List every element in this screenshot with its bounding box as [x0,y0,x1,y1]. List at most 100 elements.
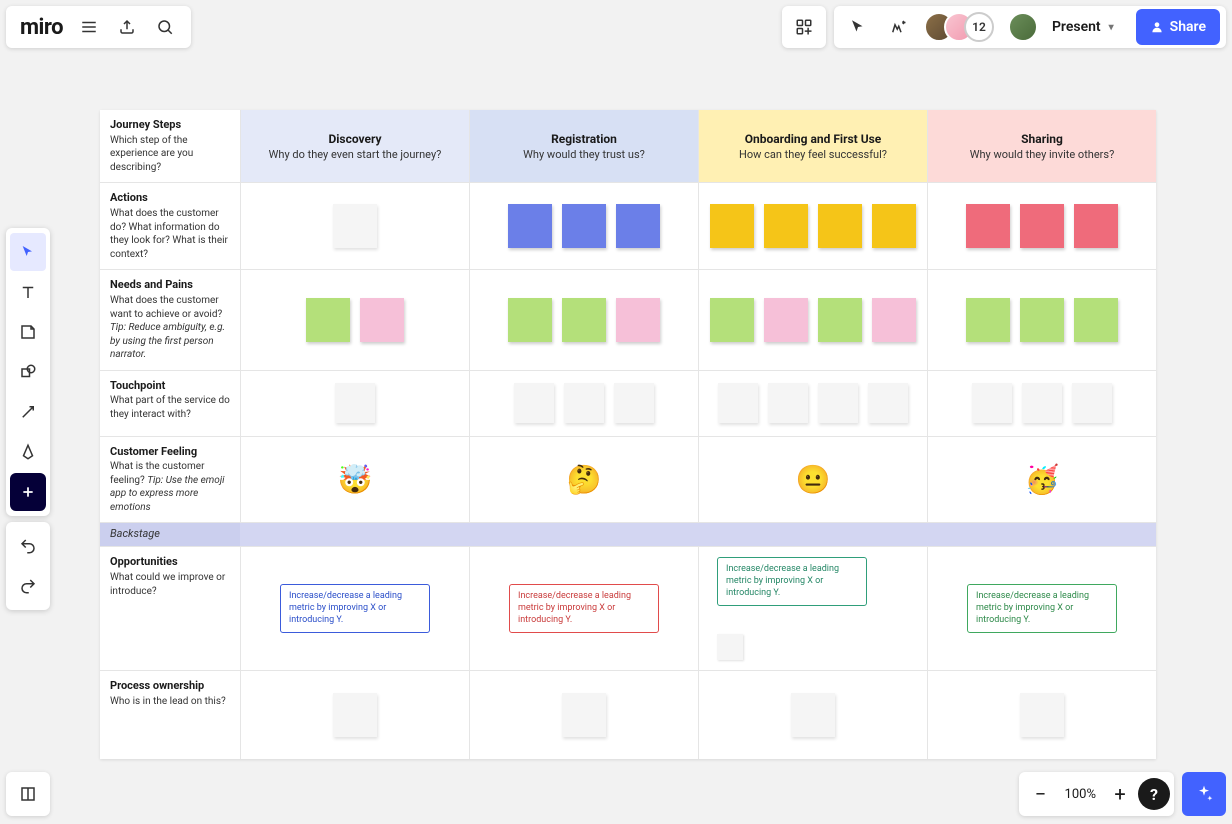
sticky-note[interactable] [1022,383,1062,423]
feeling-emoji[interactable]: 🥳 [1025,463,1060,496]
sticky-note[interactable] [562,204,606,248]
sticky-note[interactable] [764,204,808,248]
row-label: Actions What does the customer do? What … [100,183,240,269]
sticky-note[interactable] [564,383,604,423]
sticky-note[interactable] [1020,204,1064,248]
sticky-note[interactable] [868,383,908,423]
pen-tool[interactable] [10,433,46,471]
app-logo[interactable]: miro [14,15,69,40]
sticky-note[interactable] [972,383,1012,423]
sticky-note[interactable] [872,204,916,248]
export-icon[interactable] [109,9,145,45]
search-icon[interactable] [147,9,183,45]
phase-header-onboarding[interactable]: Onboarding and First Use How can they fe… [698,110,927,182]
row-label: Touchpoint What part of the service do t… [100,371,240,436]
journey-map-board[interactable]: Journey Steps Which step of the experien… [100,110,1156,759]
reactions-icon[interactable] [880,9,916,45]
phase-header-registration[interactable]: Registration Why would they trust us? [469,110,698,182]
zoom-controls: − 100% + ? [1019,772,1174,816]
row-label: Needs and Pains What does the customer w… [100,270,240,369]
row-touchpoint: Touchpoint What part of the service do t… [100,371,1156,437]
row-label: Process ownership Who is in the lead on … [100,671,240,759]
row-actions: Actions What does the customer do? What … [100,183,1156,270]
sticky-note[interactable] [717,634,743,660]
row-process-ownership: Process ownership Who is in the lead on … [100,671,1156,759]
phase-header-sharing[interactable]: Sharing Why would they invite others? [927,110,1156,182]
row-backstage-divider: Backstage [100,523,1156,547]
sticky-note[interactable] [333,693,377,737]
apps-icon[interactable] [786,9,822,45]
redo-button[interactable] [10,567,46,605]
zoom-level[interactable]: 100% [1059,787,1102,802]
sticky-note[interactable] [514,383,554,423]
sticky-note[interactable] [360,298,404,342]
apps-button-cluster [782,6,826,48]
present-button[interactable]: Present ▾ [1042,9,1124,45]
collaborator-avatars[interactable]: 12 [924,12,994,42]
sticky-note[interactable] [335,383,375,423]
opportunity-card[interactable]: Increase/decrease a leading metric by im… [967,584,1117,633]
sticky-note[interactable] [791,693,835,737]
sticky-note[interactable] [710,204,754,248]
sticky-note[interactable] [508,204,552,248]
row-label: Customer Feeling What is the customer fe… [100,437,240,523]
bottom-right-cluster: − 100% + ? [1019,772,1226,816]
sticky-note[interactable] [1074,298,1118,342]
sticky-note[interactable] [614,383,654,423]
sticky-note[interactable] [1074,204,1118,248]
opportunity-card[interactable]: Increase/decrease a leading metric by im… [509,584,659,633]
connector-tool[interactable] [10,393,46,431]
opportunity-card[interactable]: Increase/decrease a leading metric by im… [717,557,867,606]
feeling-emoji[interactable]: 🤔 [567,463,602,496]
sticky-note[interactable] [966,204,1010,248]
row-customer-feeling: Customer Feeling What is the customer fe… [100,437,1156,524]
chevron-down-icon: ▾ [1109,22,1114,33]
share-button[interactable]: Share [1136,9,1220,45]
menu-icon[interactable] [71,9,107,45]
add-tool[interactable] [10,473,46,511]
feeling-emoji[interactable]: 🤯 [338,463,373,496]
share-label: Share [1170,19,1206,35]
avatar-overflow-count[interactable]: 12 [964,12,994,42]
row-label: Journey Steps Which step of the experien… [100,110,240,182]
sticky-note[interactable] [768,383,808,423]
sticky-note[interactable] [562,298,606,342]
sticky-note[interactable] [508,298,552,342]
shape-tool[interactable] [10,353,46,391]
sticky-note[interactable] [718,383,758,423]
zoom-in-button[interactable]: + [1102,776,1138,812]
sticky-note[interactable] [872,298,916,342]
text-tool[interactable] [10,273,46,311]
sticky-note[interactable] [764,298,808,342]
help-button[interactable]: ? [1138,778,1170,810]
sticky-note[interactable] [818,298,862,342]
phase-header-discovery[interactable]: Discovery Why do they even start the jou… [240,110,469,182]
sticky-note[interactable] [966,298,1010,342]
sticky-note[interactable] [818,204,862,248]
row-needs-pains: Needs and Pains What does the customer w… [100,270,1156,370]
sticky-note[interactable] [710,298,754,342]
sticky-note-tool[interactable] [10,313,46,351]
ai-assist-button[interactable] [1182,772,1226,816]
undo-button[interactable] [10,527,46,565]
sticky-note[interactable] [306,298,350,342]
sticky-note[interactable] [1020,298,1064,342]
row-opportunities: Opportunities What could we improve or i… [100,547,1156,671]
sticky-note[interactable] [1020,693,1064,737]
sticky-note[interactable] [818,383,858,423]
frames-panel-button[interactable] [6,772,50,816]
sticky-note[interactable] [562,693,606,737]
user-avatar[interactable] [1008,12,1038,42]
top-right-cluster: 12 Present ▾ Share [834,6,1226,48]
opportunity-card[interactable]: Increase/decrease a leading metric by im… [280,584,430,633]
sticky-note[interactable] [616,298,660,342]
sticky-note[interactable] [1072,383,1112,423]
sticky-note[interactable] [616,204,660,248]
cursor-settings-icon[interactable] [840,9,876,45]
sticky-note[interactable] [333,204,377,248]
row-label: Opportunities What could we improve or i… [100,547,240,670]
present-label: Present [1052,19,1101,35]
zoom-out-button[interactable]: − [1023,776,1059,812]
feeling-emoji[interactable]: 😐 [796,463,831,496]
select-tool[interactable] [10,233,46,271]
